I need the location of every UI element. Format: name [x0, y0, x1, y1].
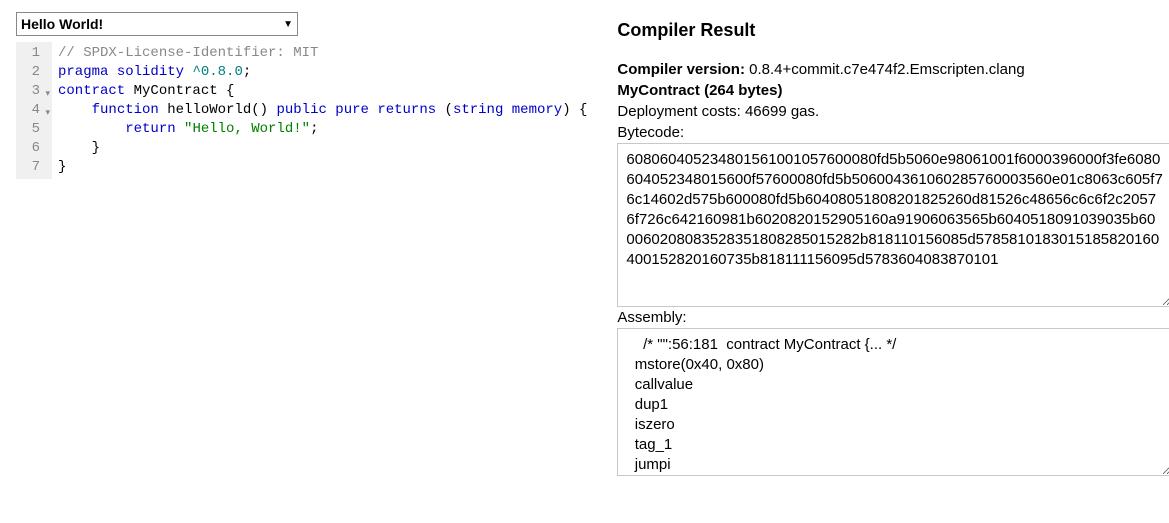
editor-code[interactable]: // SPDX-License-Identifier: MITpragma so…	[52, 42, 593, 179]
chevron-down-icon: ▼	[283, 19, 293, 30]
file-select-value: Hello World!	[21, 16, 103, 32]
code-line[interactable]: pragma solidity ^0.8.0;	[58, 63, 587, 82]
code-line[interactable]: }	[58, 158, 587, 177]
code-editor[interactable]: 123▾4▾567 // SPDX-License-Identifier: MI…	[16, 42, 593, 179]
contract-name-size: MyContract (264 bytes)	[617, 82, 782, 99]
editor-gutter: 123▾4▾567	[16, 42, 52, 179]
result-heading: Compiler Result	[617, 20, 1169, 41]
code-line[interactable]: // SPDX-License-Identifier: MIT	[58, 44, 587, 63]
gutter-line: 4▾	[20, 101, 48, 120]
code-line[interactable]: function helloWorld() public pure return…	[58, 101, 587, 120]
contract-line: MyContract (264 bytes)	[617, 80, 1169, 101]
gutter-line: 6	[20, 139, 48, 158]
compiler-version-label: Compiler version:	[617, 61, 745, 78]
code-line[interactable]: return "Hello, World!";	[58, 120, 587, 139]
file-select-dropdown[interactable]: Hello World! ▼	[16, 12, 298, 36]
assembly-label: Assembly:	[617, 309, 1169, 326]
left-pane: Hello World! ▼ 123▾4▾567 // SPDX-License…	[16, 12, 593, 476]
right-pane: Compiler Result Compiler version: 0.8.4+…	[617, 12, 1169, 476]
compiler-version-line: Compiler version: 0.8.4+commit.c7e474f2.…	[617, 59, 1169, 80]
compiler-version-value: 0.8.4+commit.c7e474f2.Emscripten.clang	[749, 61, 1025, 78]
gutter-line: 7	[20, 158, 48, 177]
deployment-cost-line: Deployment costs: 46699 gas.	[617, 101, 1169, 122]
gutter-line: 3▾	[20, 82, 48, 101]
gutter-line: 2	[20, 63, 48, 82]
bytecode-output[interactable]: 608060405234801561001057600080fd5b5060e9…	[617, 143, 1169, 307]
code-line[interactable]: contract MyContract {	[58, 82, 587, 101]
bytecode-label: Bytecode:	[617, 124, 1169, 141]
gutter-line: 5	[20, 120, 48, 139]
assembly-output[interactable]: /* "":56:181 contract MyContract {... */…	[617, 328, 1169, 476]
code-line[interactable]: }	[58, 139, 587, 158]
gutter-line: 1	[20, 44, 48, 63]
